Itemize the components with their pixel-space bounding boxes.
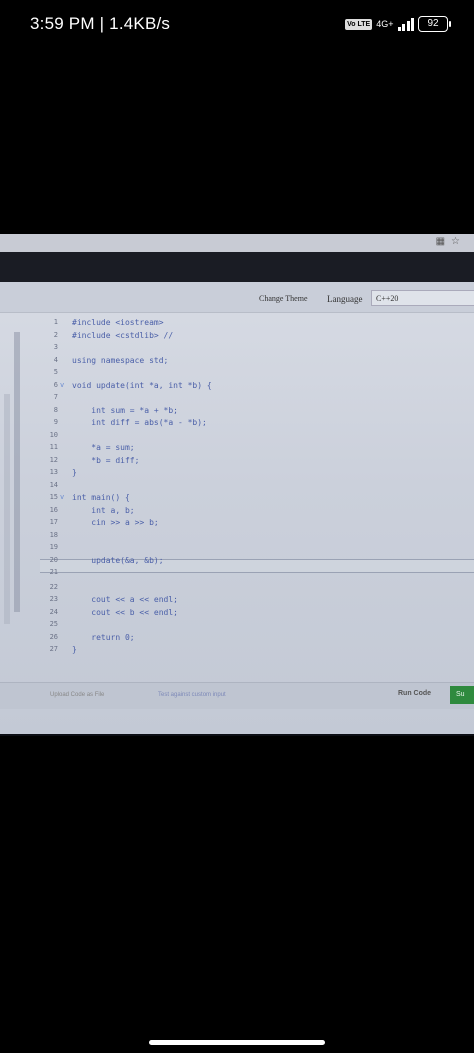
line-number: 7 <box>53 393 58 401</box>
line-number: 17 <box>49 518 58 526</box>
code-line[interactable]: 6 v void update(int *a, int *b) { <box>0 381 474 393</box>
line-number: 26 <box>49 632 58 641</box>
code-text: int main() { <box>72 493 130 502</box>
line-number: 9 <box>53 418 58 426</box>
code-line[interactable]: 7 <box>0 393 474 405</box>
code-text: } <box>72 468 77 477</box>
custom-input-toggle[interactable]: Test against custom input <box>158 692 226 698</box>
code-text: #include <cstdlib> // <box>72 330 174 340</box>
code-text: return 0; <box>72 632 135 642</box>
line-number: 10 <box>49 430 58 439</box>
photo-of-monitor: ▦ ☆ Change Theme Language C++20 1 #includ… <box>0 234 474 736</box>
code-line[interactable]: 16 int a, b; <box>0 506 474 518</box>
line-number: 8 <box>53 405 58 414</box>
line-number: 12 <box>49 455 58 464</box>
code-line[interactable]: 26 return 0; <box>0 633 474 645</box>
code-line[interactable]: 9 int diff = abs(*a - *b); <box>0 418 474 430</box>
code-text: using namespace std; <box>72 355 169 365</box>
code-line[interactable]: 8 int sum = *a + *b; <box>0 406 474 418</box>
status-icons: Vo LTE 4G+ 92 <box>345 16 451 32</box>
line-number: 4 <box>53 355 58 364</box>
submit-button[interactable]: Su <box>450 686 474 704</box>
code-text: cout << b << endl; <box>72 607 178 617</box>
code-line[interactable]: 5 <box>0 368 474 380</box>
status-time: 3:59 PM | 1.4KB/s <box>30 14 171 33</box>
code-editor-panel: Change Theme Language C++20 1 #include <i… <box>0 282 474 734</box>
line-number: 14 <box>49 480 58 489</box>
editor-topbar: Change Theme Language C++20 <box>0 282 474 313</box>
volte-icon: Vo LTE <box>345 18 373 30</box>
code-text: *b = diff; <box>72 455 140 465</box>
home-indicator[interactable] <box>149 1040 325 1045</box>
code-line[interactable]: 10 <box>0 431 474 443</box>
browser-header-band <box>0 252 474 282</box>
line-number: 25 <box>49 620 58 628</box>
code-line[interactable]: 17 cin >> a >> b; <box>0 518 474 530</box>
language-label: Language <box>327 294 363 304</box>
line-number: 11 <box>49 443 58 451</box>
line-number: 21 <box>49 568 58 576</box>
code-line[interactable]: 15 v int main() { <box>0 493 474 505</box>
browser-toolbar: ▦ ☆ <box>0 234 474 252</box>
code-text: int a, b; <box>72 505 135 515</box>
editor-bottombar: Upload Code as File Test against custom … <box>0 682 474 709</box>
code-text: void update(int *a, int *b) { <box>72 380 212 390</box>
code-line[interactable]: 24 cout << b << endl; <box>0 608 474 620</box>
code-text: } <box>72 645 77 654</box>
upload-code-button[interactable]: Upload Code as File <box>50 692 104 698</box>
run-code-button[interactable]: Run Code <box>398 690 431 697</box>
code-text: *a = sum; <box>72 443 135 452</box>
line-number: 13 <box>49 468 58 476</box>
code-line[interactable]: 27} <box>0 645 474 657</box>
code-line[interactable]: 20 update(&a, &b); <box>0 556 474 568</box>
line-number: 1 <box>53 318 58 326</box>
line-number: 3 <box>53 343 58 351</box>
code-text: cout << a << endl; <box>72 595 178 604</box>
line-number: 27 <box>49 645 58 653</box>
line-number: 6 <box>53 380 58 389</box>
network-type: 4G+ <box>376 18 394 29</box>
code-line[interactable]: 14 <box>0 481 474 493</box>
language-select[interactable]: C++20 <box>371 290 474 306</box>
line-number: 22 <box>49 582 58 591</box>
code-line[interactable]: 13} <box>0 468 474 480</box>
code-text: update(&a, &b); <box>72 555 164 565</box>
line-number: 18 <box>49 530 58 539</box>
code-line[interactable]: 19 <box>0 543 474 555</box>
code-line[interactable]: 25 <box>0 620 474 632</box>
code-line[interactable]: 1 #include <iostream> <box>0 318 474 330</box>
fold-chevron-icon[interactable]: v <box>60 381 64 389</box>
browser-icons: ▦ ☆ <box>436 236 460 247</box>
code-text: #include <iostream> <box>72 318 164 327</box>
code-text: int sum = *a + *b; <box>72 405 178 415</box>
fold-chevron-icon[interactable]: v <box>60 493 64 501</box>
line-number: 19 <box>49 543 58 551</box>
code-line[interactable]: 23 cout << a << endl; <box>0 595 474 607</box>
code-line[interactable]: 22 <box>0 583 474 595</box>
signal-icon <box>397 17 414 31</box>
change-theme-button[interactable]: Change Theme <box>259 294 308 303</box>
code-text: cin >> a >> b; <box>72 518 159 527</box>
line-number: 16 <box>49 505 58 514</box>
line-number: 23 <box>49 595 58 603</box>
battery-icon: 92 <box>418 16 451 32</box>
extension-icon[interactable]: ▦ <box>436 236 445 247</box>
line-number: 24 <box>49 607 58 616</box>
code-line[interactable]: 3 <box>0 343 474 355</box>
line-number: 5 <box>53 368 58 376</box>
line-number: 20 <box>49 555 58 564</box>
code-line[interactable]: 21 <box>0 568 474 580</box>
line-number: 15 <box>49 493 58 501</box>
code-line[interactable]: 12 *b = diff; <box>0 456 474 468</box>
line-number: 2 <box>53 330 58 339</box>
code-line[interactable]: 18 <box>0 531 474 543</box>
code-text: int diff = abs(*a - *b); <box>72 418 207 427</box>
code-line[interactable]: 11 *a = sum; <box>0 443 474 455</box>
code-line[interactable]: 4 using namespace std; <box>0 356 474 368</box>
star-icon[interactable]: ☆ <box>451 236 460 247</box>
code-line[interactable]: 2 #include <cstdlib> // <box>0 331 474 343</box>
status-bar: 3:59 PM | 1.4KB/s Vo LTE 4G+ 92 <box>0 0 474 50</box>
